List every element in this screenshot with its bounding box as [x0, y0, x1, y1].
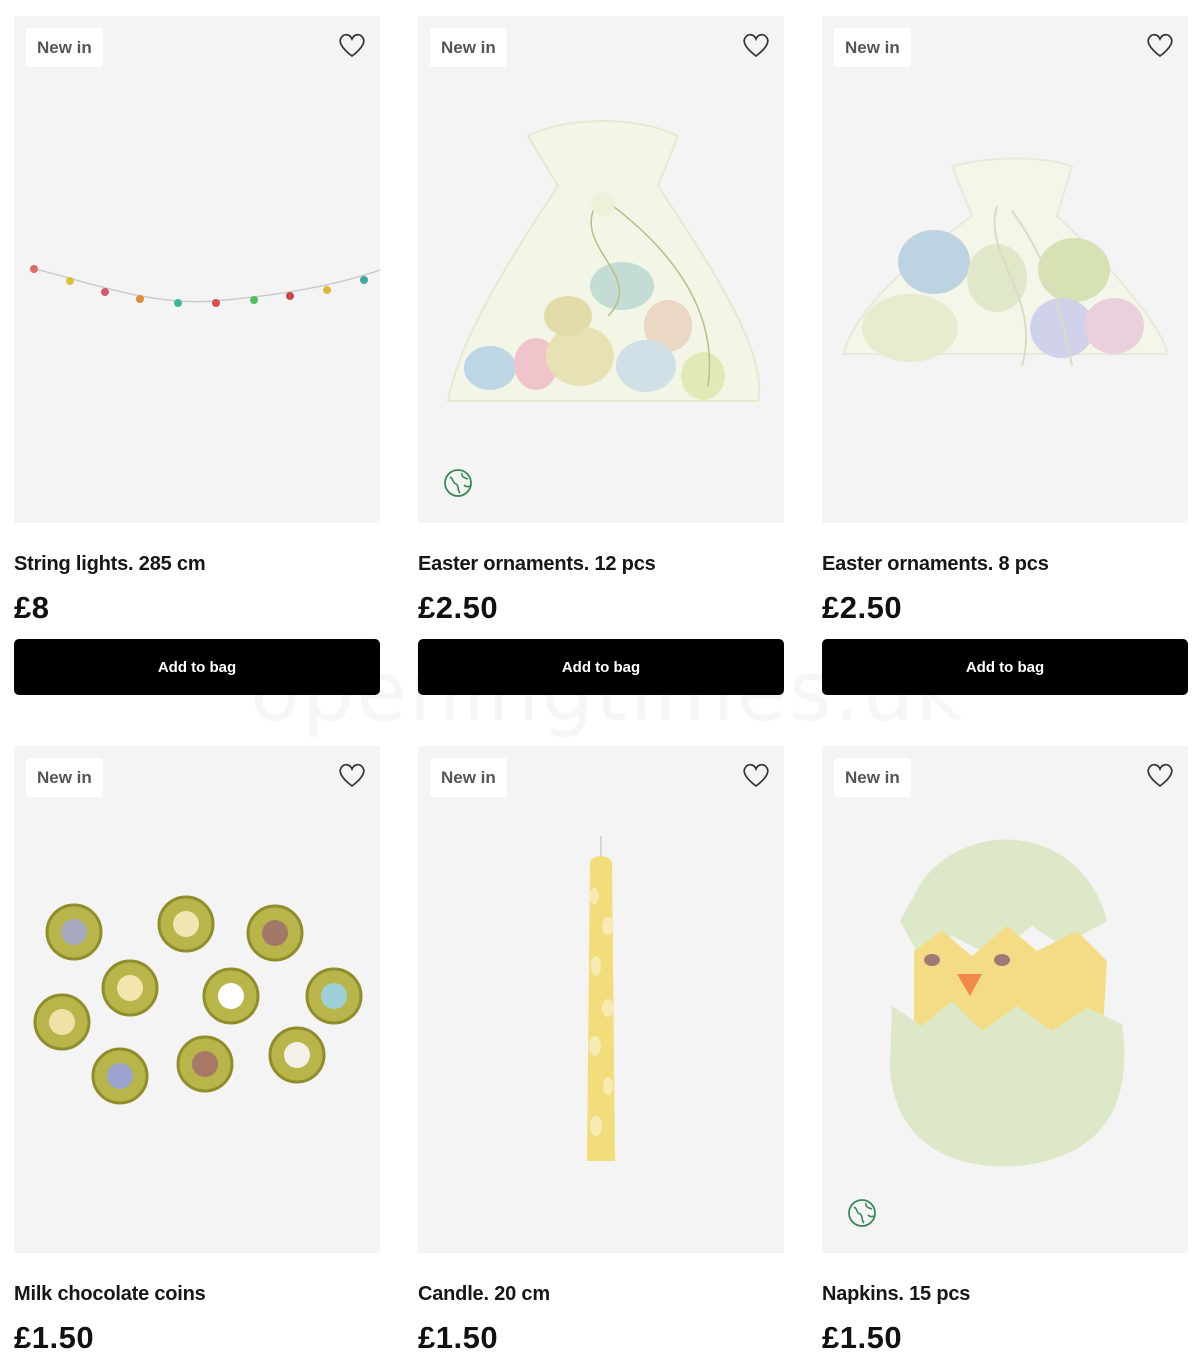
new-in-badge: New in — [430, 758, 507, 797]
product-image[interactable]: New in — [14, 746, 380, 1253]
product-image[interactable]: New in — [14, 16, 380, 523]
heart-icon[interactable] — [338, 762, 366, 788]
new-in-badge: New in — [834, 28, 911, 67]
new-in-badge: New in — [430, 28, 507, 67]
new-in-badge: New in — [26, 758, 103, 797]
eco-globe-icon — [444, 469, 472, 497]
product-title[interactable]: String lights. 285 cm — [14, 553, 206, 576]
product-price: £8 — [14, 590, 50, 625]
heart-icon[interactable] — [1146, 762, 1174, 788]
heart-icon[interactable] — [742, 762, 770, 788]
product-price: £2.50 — [418, 590, 499, 625]
product-grid: openingtimes.uk New in String lights. 28… — [0, 0, 1200, 1361]
candle-image — [587, 836, 615, 1161]
product-title[interactable]: Candle. 20 cm — [418, 1283, 550, 1306]
chick-napkin-image — [890, 839, 1125, 1167]
product-title[interactable]: Easter ornaments. 12 pcs — [418, 553, 656, 576]
product-image[interactable]: New in — [418, 16, 784, 523]
product-title[interactable]: Milk chocolate coins — [14, 1283, 206, 1306]
add-to-bag-button[interactable]: Add to bag — [822, 639, 1188, 695]
heart-icon[interactable] — [338, 32, 366, 58]
string-lights-image — [30, 265, 380, 307]
product-title[interactable]: Easter ornaments. 8 pcs — [822, 553, 1049, 576]
chocolate-coins-image — [33, 895, 363, 1105]
product-price: £1.50 — [418, 1320, 499, 1355]
add-to-bag-button[interactable]: Add to bag — [14, 639, 380, 695]
product-image[interactable]: New in — [822, 746, 1188, 1253]
heart-icon[interactable] — [1146, 32, 1174, 58]
product-price: £2.50 — [822, 590, 903, 625]
product-price: £1.50 — [14, 1320, 95, 1355]
new-in-badge: New in — [26, 28, 103, 67]
product-image[interactable]: New in — [418, 746, 784, 1253]
new-in-badge: New in — [834, 758, 911, 797]
eco-globe-icon — [848, 1199, 876, 1227]
easter-ornaments-bag-image — [446, 120, 761, 402]
product-price: £1.50 — [822, 1320, 903, 1355]
heart-icon[interactable] — [742, 32, 770, 58]
product-title[interactable]: Napkins. 15 pcs — [822, 1283, 970, 1306]
easter-eggs-bag-image — [842, 157, 1169, 367]
add-to-bag-button[interactable]: Add to bag — [418, 639, 784, 695]
product-image[interactable]: New in — [822, 16, 1188, 523]
